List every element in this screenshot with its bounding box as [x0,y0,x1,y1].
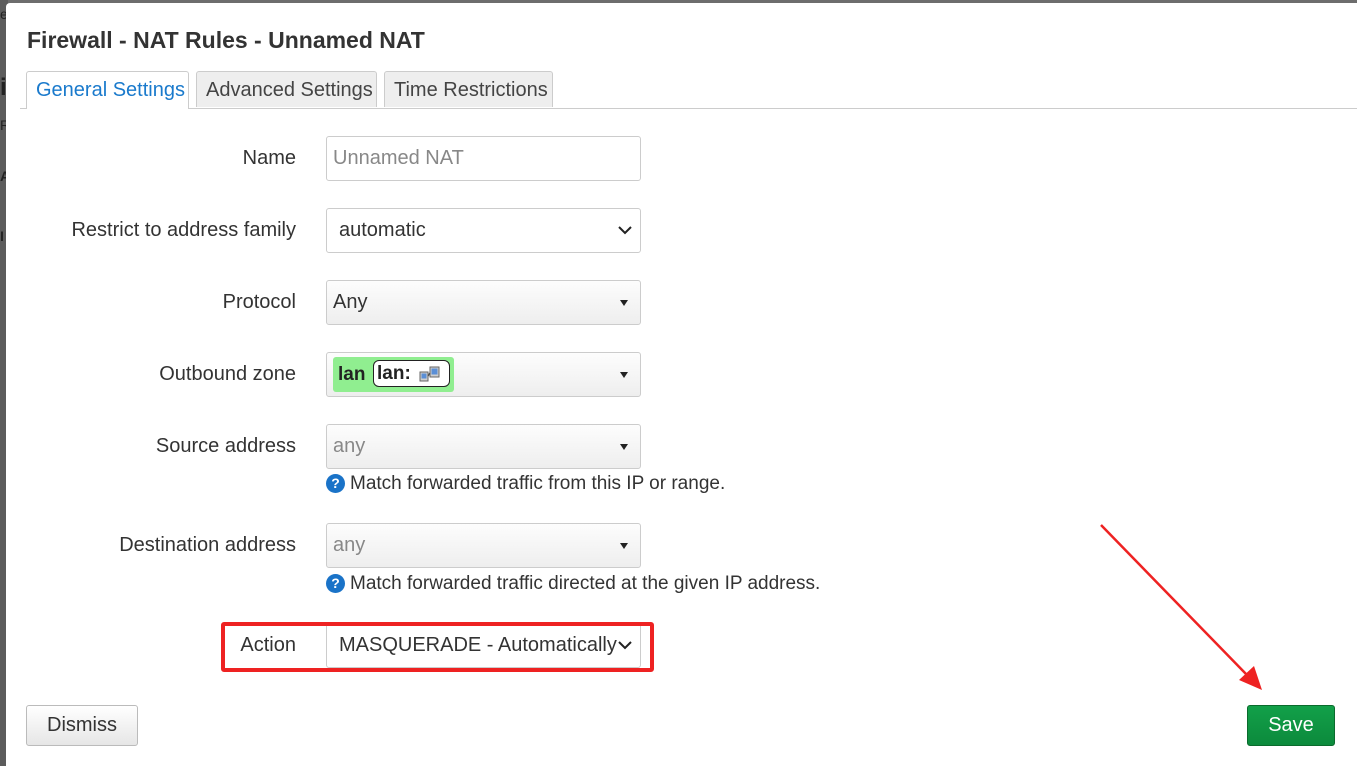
annotation-arrow-icon [1100,524,1262,690]
tab-general-settings[interactable]: General Settings [26,71,189,109]
